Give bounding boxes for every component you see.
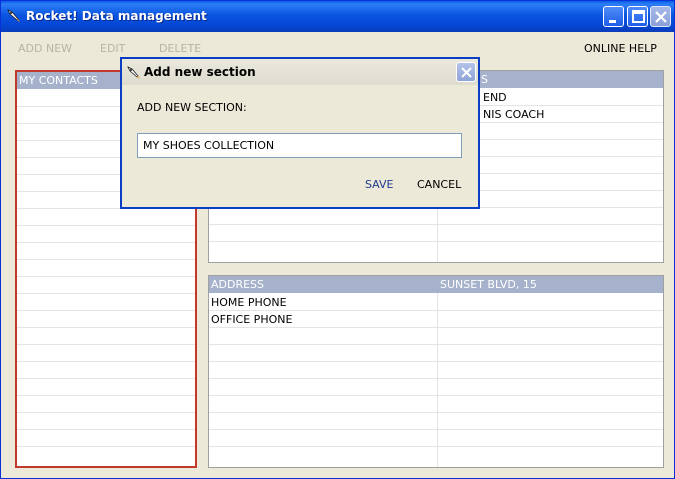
section-name-label: ADD NEW SECTION: xyxy=(137,101,247,114)
close-icon xyxy=(655,11,667,23)
details-header-row: ADDRESS SUNSET BLVD, 15 xyxy=(209,276,663,293)
close-icon xyxy=(461,67,472,78)
address-label: ADDRESS xyxy=(211,278,265,291)
section-header-right: S xyxy=(481,73,488,86)
main-window: Rocket! Data management ADD NEW EDIT DEL… xyxy=(0,0,675,479)
dialog-title-bar[interactable]: Add new section xyxy=(122,59,478,85)
window-title: Rocket! Data management xyxy=(26,9,207,23)
minimize-button[interactable] xyxy=(603,6,624,27)
add-new-menu-item[interactable]: ADD NEW xyxy=(18,42,72,55)
title-bar[interactable]: Rocket! Data management xyxy=(1,1,674,32)
close-button[interactable] xyxy=(650,6,671,27)
menu-bar: ADD NEW EDIT DELETE ONLINE HELP xyxy=(1,39,674,59)
add-section-dialog: Add new section ADD NEW SECTION: SAVE CA… xyxy=(120,57,480,209)
dialog-title: Add new section xyxy=(144,65,256,79)
section-name-input[interactable] xyxy=(137,133,462,158)
dialog-close-button[interactable] xyxy=(456,62,476,82)
maximize-icon xyxy=(632,10,645,23)
delete-menu-item[interactable]: DELETE xyxy=(159,42,201,55)
address-value: SUNSET BLVD, 15 xyxy=(440,278,537,291)
minimize-icon xyxy=(609,20,616,23)
rocket-icon xyxy=(127,66,140,79)
details-panel[interactable]: ADDRESS SUNSET BLVD, 15 HOME PHONE OFFIC… xyxy=(208,275,664,468)
list-item[interactable]: END xyxy=(481,89,507,106)
maximize-button[interactable] xyxy=(627,6,648,27)
list-item[interactable]: NIS COACH xyxy=(481,106,544,123)
cancel-button[interactable]: CANCEL xyxy=(417,178,461,191)
online-help-link[interactable]: ONLINE HELP xyxy=(584,42,657,55)
rocket-icon xyxy=(7,9,20,22)
office-phone-label[interactable]: OFFICE PHONE xyxy=(209,311,292,328)
save-button[interactable]: SAVE xyxy=(365,178,393,191)
home-phone-label[interactable]: HOME PHONE xyxy=(209,294,287,311)
edit-menu-item[interactable]: EDIT xyxy=(100,42,125,55)
